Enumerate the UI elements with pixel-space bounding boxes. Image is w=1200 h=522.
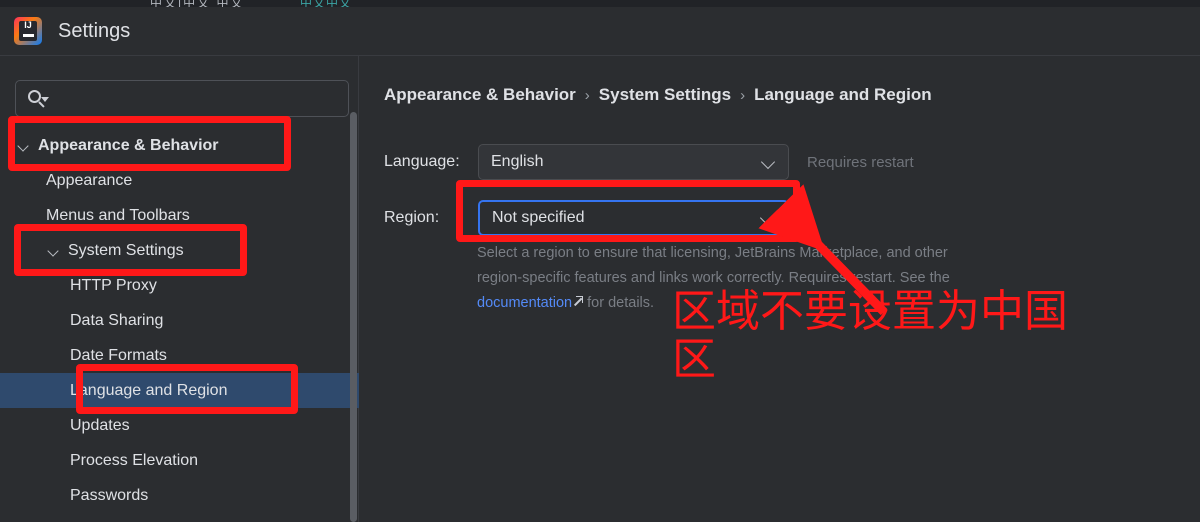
external-link-icon — [573, 296, 584, 306]
language-dropdown-value: English — [491, 153, 544, 170]
dialog-titlebar: IJ Settings — [0, 7, 1200, 56]
sidebar-item-data-sharing[interactable]: Data Sharing — [0, 303, 359, 338]
sidebar-item-label: Passwords — [70, 486, 149, 504]
sidebar-item-passwords[interactable]: Passwords — [0, 478, 359, 513]
background-strip-left-text: 中文|中文 中文 — [150, 0, 245, 7]
dialog-title: Settings — [58, 19, 131, 42]
intellij-idea-logo-icon: IJ — [14, 17, 42, 45]
sidebar-item-label: Updates — [70, 416, 130, 434]
breadcrumb-separator: › — [740, 86, 746, 104]
chevron-down-icon[interactable] — [46, 243, 62, 259]
sidebar-item-appearance[interactable]: Appearance — [0, 163, 359, 198]
region-dropdown[interactable]: Not specified — [478, 200, 789, 236]
sidebar-item-system-settings[interactable]: System Settings — [0, 233, 359, 268]
search-input[interactable] — [48, 90, 338, 107]
language-row: Language: English Requires restart — [384, 144, 914, 180]
sidebar-item-label: Menus and Toolbars — [46, 206, 190, 224]
breadcrumb-separator: › — [584, 86, 590, 104]
sidebar-item-label: Process Elevation — [70, 451, 199, 469]
breadcrumb-item[interactable]: System Settings — [599, 85, 731, 105]
sidebar-item-http-proxy[interactable]: HTTP Proxy — [0, 268, 359, 303]
chevron-down-icon — [762, 155, 776, 169]
chevron-down-icon — [761, 211, 775, 225]
sidebar-item-label: HTTP Proxy — [70, 276, 157, 294]
sidebar-item-label: System Settings — [68, 241, 184, 259]
background-window-strip: 中文|中文 中文 中文中文 — [0, 0, 1200, 7]
region-description-text-before: Select a region to ensure that licensing… — [477, 245, 950, 286]
sidebar-item-process-elevation[interactable]: Process Elevation — [0, 443, 359, 478]
language-dropdown[interactable]: English — [478, 144, 789, 180]
region-row: Region: Not specified — [384, 200, 789, 236]
sidebar-item-updates[interactable]: Updates — [0, 408, 359, 443]
region-label: Region: — [384, 209, 440, 226]
settings-tree: Appearance & Behavior Appearance Menus and… — [0, 128, 359, 513]
breadcrumb: Appearance & Behavior › System Settings › La… — [384, 85, 932, 105]
annotation-note: 区域不要设置为中国区 — [672, 286, 1068, 385]
search-box[interactable] — [15, 80, 349, 117]
region-dropdown-value: Not specified — [492, 209, 585, 226]
region-description-text-after: for details. — [583, 295, 655, 311]
sidebar-item-label: Appearance & Behavior — [38, 136, 219, 154]
breadcrumb-item[interactable]: Language and Region — [754, 85, 932, 105]
sidebar-scrollbar[interactable] — [350, 112, 357, 522]
settings-dialog: IJ Settings Appearance & Behavior Appeara… — [0, 7, 1200, 522]
search-icon — [26, 88, 49, 110]
documentation-link[interactable]: documentation — [477, 295, 572, 311]
sidebar-item-appearance-behavior[interactable]: Appearance & Behavior — [0, 128, 359, 163]
sidebar-item-label: Appearance — [46, 171, 133, 189]
sidebar-item-label: Date Formats — [70, 346, 167, 364]
background-strip-right-text: 中文中文 — [300, 0, 353, 7]
screenshot-root: 中文|中文 中文 中文中文 IJ Settings Appearance & B… — [0, 0, 1200, 522]
sidebar-item-label: Data Sharing — [70, 311, 164, 329]
settings-sidebar: Appearance & Behavior Appearance Menus and… — [0, 56, 359, 522]
sidebar-item-label: Language and Region — [70, 381, 228, 399]
sidebar-item-language-and-region[interactable]: Language and Region — [0, 373, 359, 408]
chevron-down-icon[interactable] — [16, 138, 32, 154]
breadcrumb-item[interactable]: Appearance & Behavior — [384, 85, 576, 105]
sidebar-scrollbar-thumb[interactable] — [350, 112, 357, 522]
sidebar-item-menus-and-toolbars[interactable]: Menus and Toolbars — [0, 198, 359, 233]
language-restart-hint: Requires restart — [807, 153, 914, 171]
language-label: Language: — [384, 153, 460, 170]
sidebar-item-date-formats[interactable]: Date Formats — [0, 338, 359, 373]
